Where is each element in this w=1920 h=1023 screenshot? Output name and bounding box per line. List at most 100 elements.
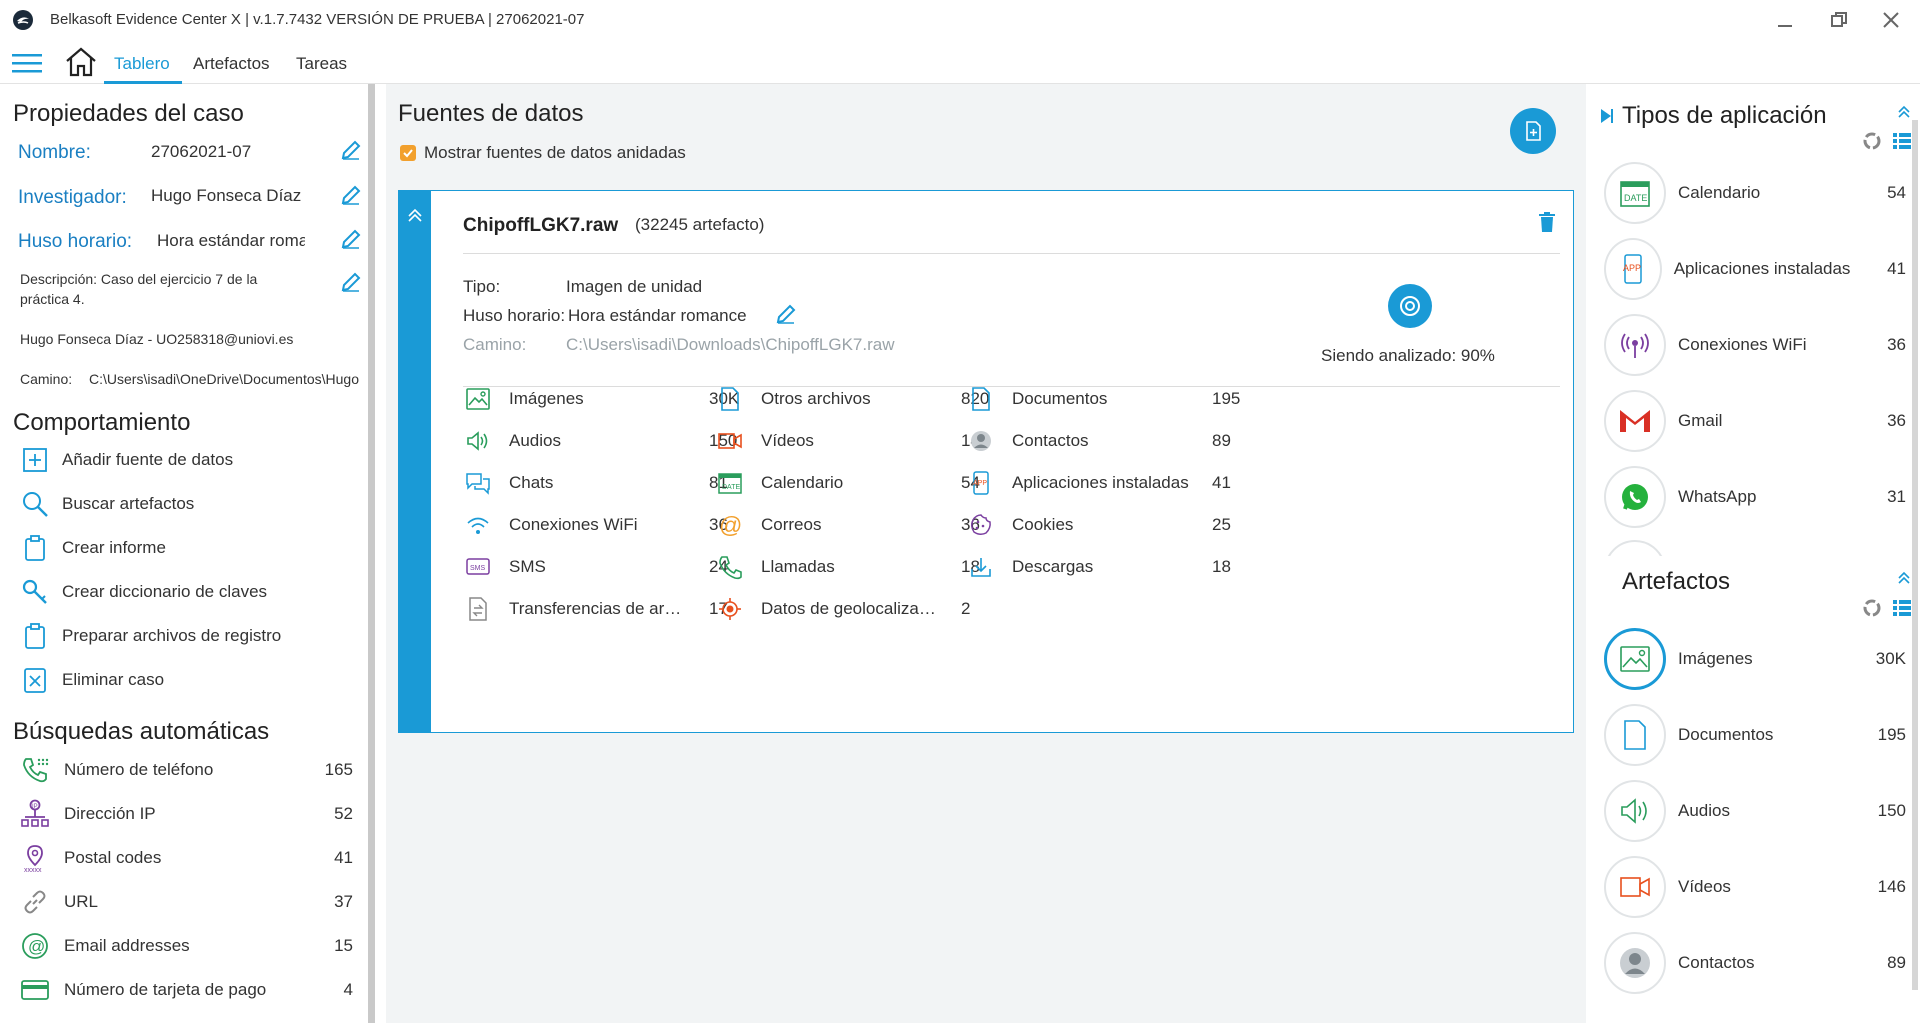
source-timezone-value: Hora estándar romance <box>568 306 747 325</box>
tab-artefactos[interactable]: Artefactos <box>193 54 270 74</box>
chart-view-icon[interactable] <box>1862 598 1882 618</box>
at-icon: @ <box>715 510 745 540</box>
app-type-count: 54 <box>1887 183 1906 202</box>
close-button[interactable] <box>1874 6 1908 34</box>
auto-search-phone[interactable]: Número de teléfono 165 <box>18 752 353 788</box>
panel-play-icon[interactable] <box>1600 108 1614 124</box>
auto-search-postal[interactable]: xxxxx Postal codes 41 <box>18 840 353 876</box>
document-icon <box>1604 704 1666 766</box>
show-nested-checkbox[interactable] <box>400 145 416 161</box>
edit-investigator-pencil-icon[interactable] <box>340 184 362 206</box>
search-icon <box>18 487 52 521</box>
category-documents[interactable]: Documentos 195 <box>966 383 1266 415</box>
add-data-source-action[interactable]: Añadir fuente de datos <box>18 443 233 477</box>
show-nested-checkbox-row[interactable]: Mostrar fuentes de datos anidadas <box>400 143 686 163</box>
app-type-calendar[interactable]: DATE Calendario 54 <box>1604 160 1906 226</box>
tab-tablero[interactable]: Tablero <box>114 54 170 74</box>
whatsapp-icon <box>1604 466 1666 528</box>
home-icon[interactable] <box>64 46 98 78</box>
category-geolocation[interactable]: Datos de geolocalizac... 2 <box>715 593 1015 625</box>
chevron-up-icon[interactable] <box>406 206 424 224</box>
artifact-documents[interactable]: Documentos 195 <box>1604 702 1906 768</box>
auto-search-url[interactable]: URL 37 <box>18 884 353 920</box>
category-label: Audios <box>509 431 561 450</box>
window-title: Belkasoft Evidence Center X | v.1.7.7432… <box>50 11 585 28</box>
contact-icon <box>966 426 996 456</box>
chart-view-icon[interactable] <box>1862 131 1882 151</box>
restore-button[interactable] <box>1822 6 1856 34</box>
app-type-whatsapp[interactable]: WhatsApp 31 <box>1604 464 1906 530</box>
case-name-value: 27062021-07 <box>151 142 252 161</box>
category-count: 2 <box>961 599 971 618</box>
search-artifacts-action[interactable]: Buscar artefactos <box>18 487 194 521</box>
category-label: Descargas <box>1012 557 1094 576</box>
key-icon <box>18 575 52 609</box>
edit-description-pencil-icon[interactable] <box>340 271 362 293</box>
case-name-label: Nombre: <box>18 142 91 163</box>
list-view-icon[interactable] <box>1892 598 1912 618</box>
source-path-value: C:\Users\isadi\Downloads\ChipoffLGK7.raw <box>566 335 895 354</box>
prepare-registry-files-action[interactable]: Preparar archivos de registro <box>18 619 281 653</box>
analysis-progress-icon[interactable] <box>1388 284 1432 328</box>
app-type-label: Conexiones WiFi <box>1678 335 1807 354</box>
case-path-label: Camino: <box>20 371 73 387</box>
action-label: Crear diccionario de claves <box>62 582 268 601</box>
category-contacts[interactable]: Contactos 89 <box>966 425 1266 457</box>
app-type-count: 31 <box>1887 487 1906 506</box>
left-scrollbar[interactable] <box>368 84 375 1023</box>
artifact-count: 146 <box>1877 877 1906 896</box>
auto-search-card[interactable]: Número de tarjeta de pago 4 <box>18 972 353 1008</box>
category-count: 25 <box>1212 515 1231 534</box>
category-installed-apps[interactable]: APP Aplicaciones instaladas 41 <box>966 467 1266 499</box>
collapse-strip[interactable] <box>399 191 431 732</box>
artifact-images[interactable]: Imágenes 30K <box>1604 626 1906 692</box>
svg-text:@: @ <box>28 937 45 956</box>
svg-text:xxxxx: xxxxx <box>24 867 42 873</box>
category-count: 18 <box>1212 557 1231 576</box>
auto-search-count: 52 <box>334 804 353 823</box>
artifact-videos[interactable]: Vídeos 146 <box>1604 854 1906 920</box>
calendar-icon: DATE <box>1604 162 1666 224</box>
category-cookies[interactable]: Cookies 25 <box>966 509 1266 541</box>
edit-timezone-pencil-icon[interactable] <box>340 228 362 250</box>
category-label: Llamadas <box>761 557 835 576</box>
category-downloads[interactable]: Descargas 18 <box>966 551 1266 583</box>
timezone-value: Hora estándar romance <box>157 231 305 250</box>
auto-search-email[interactable]: @ Email addresses 15 <box>18 928 353 964</box>
artifact-contacts[interactable]: Contactos 89 <box>1604 930 1906 996</box>
tab-tareas[interactable]: Tareas <box>296 54 347 74</box>
auto-search-label: Postal codes <box>64 848 162 867</box>
create-report-action[interactable]: Crear informe <box>18 531 166 565</box>
add-data-source-button[interactable] <box>1510 108 1556 154</box>
collapse-artifacts-chevron-icon[interactable] <box>1896 570 1912 586</box>
hamburger-menu-icon[interactable] <box>12 52 42 74</box>
edit-name-pencil-icon[interactable] <box>340 139 362 161</box>
category-label: Vídeos <box>761 431 814 450</box>
action-label: Crear informe <box>62 538 166 557</box>
delete-case-action[interactable]: Eliminar caso <box>18 663 164 697</box>
artifact-audios[interactable]: Audios 150 <box>1604 778 1906 844</box>
edit-source-timezone-pencil-icon[interactable] <box>775 303 797 325</box>
right-scrollbar[interactable] <box>1912 120 1918 990</box>
gmail-icon <box>1604 390 1666 452</box>
app-type-gmail[interactable]: Gmail 36 <box>1604 388 1906 454</box>
artifact-label: Contactos <box>1678 953 1755 972</box>
delete-source-trash-icon[interactable] <box>1537 211 1557 233</box>
phone-number-icon <box>18 753 52 787</box>
analysis-status: Siendo analizado: 90% <box>1321 346 1495 365</box>
app-icon: APP <box>1604 238 1662 300</box>
app-type-installed-apps[interactable]: APP Aplicaciones instaladas 41 <box>1604 236 1906 302</box>
list-view-icon[interactable] <box>1892 131 1912 151</box>
collapse-app-types-chevron-icon[interactable] <box>1896 104 1912 120</box>
auto-search-label: Dirección IP <box>64 804 156 823</box>
category-label: Transferencias de arch... <box>509 599 689 618</box>
create-key-dictionary-action[interactable]: Crear diccionario de claves <box>18 575 267 609</box>
payment-card-icon <box>18 973 52 1007</box>
source-type-label: Tipo: <box>463 277 501 296</box>
category-label: Datos de geolocalizac... <box>761 599 941 618</box>
transfer-icon <box>463 594 493 624</box>
minimize-button[interactable] <box>1768 6 1802 34</box>
geolocation-icon <box>715 594 745 624</box>
auto-search-ip[interactable]: IP Dirección IP 52 <box>18 796 353 832</box>
app-type-wifi[interactable]: Conexiones WiFi 36 <box>1604 312 1906 378</box>
